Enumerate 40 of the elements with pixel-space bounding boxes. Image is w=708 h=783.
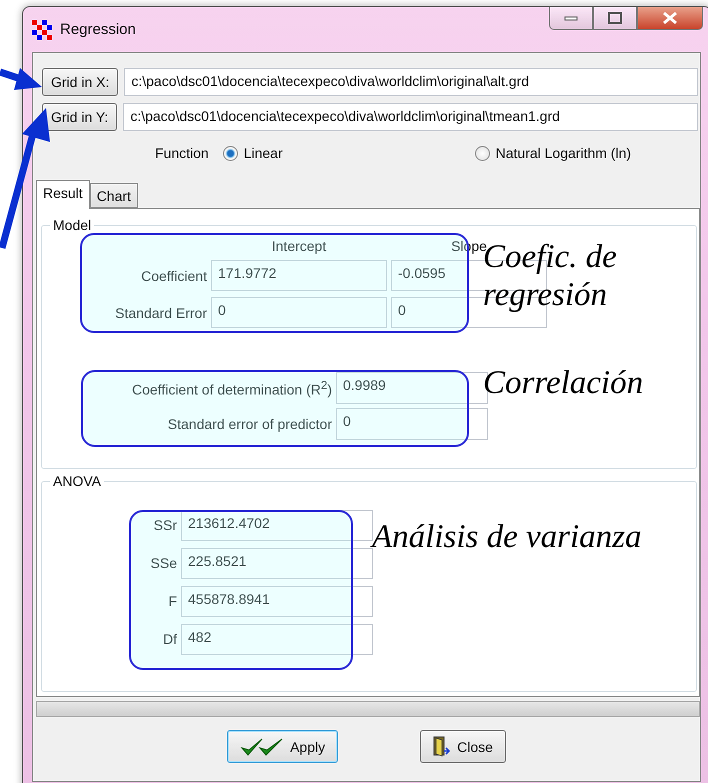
close-dialog-button[interactable]: Close (420, 730, 506, 763)
value-field[interactable]: 0 (336, 408, 488, 440)
row-label: Standard Error (114, 304, 207, 320)
minimize-icon (564, 15, 578, 21)
function-label: Function (155, 145, 209, 161)
row-label: Standard error of predictor (166, 416, 332, 432)
maximize-icon (608, 12, 622, 24)
group-title: Model (50, 217, 94, 233)
grid-button[interactable]: Grid in X: (42, 68, 118, 96)
radio-option[interactable]: Linear (222, 145, 283, 161)
tab[interactable]: Result (36, 180, 90, 209)
row-label: Df (162, 631, 177, 648)
row-label: SSr (152, 517, 177, 534)
minimize-button[interactable] (549, 7, 593, 30)
path-field[interactable]: c:\paco\dsc01\docencia\tecexpeco\diva\worldclim\original\tmean1.grd (123, 103, 698, 131)
value-field[interactable]: 213612.4702 (181, 510, 373, 541)
radio-option[interactable]: Natural Logarithm (ln) (474, 145, 632, 161)
value-field[interactable]: 482 (181, 624, 373, 655)
door-icon (433, 736, 452, 758)
value-field[interactable]: 225.8521 (181, 548, 373, 579)
row-label: F (167, 593, 177, 610)
app-icon (32, 20, 52, 40)
value-field[interactable]: 455878.8941 (181, 586, 373, 617)
value-field[interactable]: 0 (211, 297, 387, 328)
close-icon (662, 11, 678, 25)
close-button[interactable] (637, 7, 703, 30)
row-label: SSe (150, 555, 177, 572)
column-header: Intercept (270, 238, 328, 254)
path-field[interactable]: c:\paco\dsc01\docencia\tecexpeco\diva\worldclim\original\alt.grd (124, 68, 698, 96)
grid-button[interactable]: Grid in Y: (42, 103, 118, 131)
row-label: Coefficient (140, 268, 207, 284)
row-label: Coefficient of determination (R$^{2}$) (131, 378, 332, 398)
apply-button[interactable]: Apply (227, 730, 338, 763)
annotation-text: Análisis de varianza (372, 518, 642, 556)
double-check-icon (240, 736, 284, 756)
annotation-arrow (0, 68, 42, 90)
maximize-button[interactable] (593, 7, 637, 30)
tab[interactable]: Chart (90, 183, 138, 208)
value-field[interactable]: 171.9772 (211, 260, 387, 291)
window-title: Regression (60, 21, 136, 38)
